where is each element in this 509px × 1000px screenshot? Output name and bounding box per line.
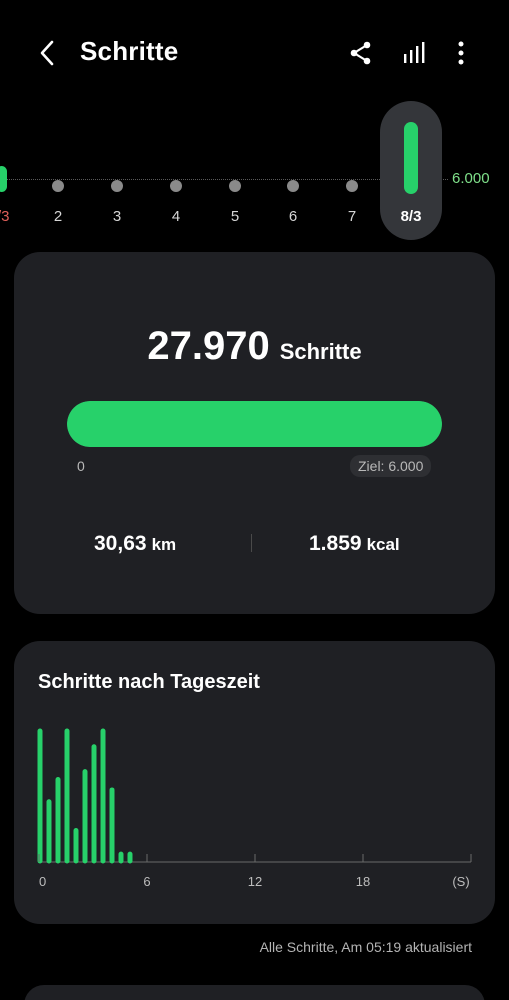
share-button[interactable]: [344, 36, 378, 70]
energy-value: 1.859: [309, 532, 362, 555]
steps-unit: Schritte: [279, 339, 362, 364]
day-dot[interactable]: [111, 180, 123, 192]
share-icon: [350, 41, 371, 65]
x-tick-label: 12: [248, 874, 262, 889]
energy-stat: 1.859 kcal: [309, 532, 400, 556]
arrow-left-icon: [40, 40, 54, 66]
day-dot[interactable]: [52, 180, 64, 192]
distance-unit: km: [151, 535, 177, 554]
next-card[interactable]: [24, 985, 485, 1000]
stat-divider: [251, 534, 252, 552]
more-vertical-icon: [458, 41, 464, 65]
page-title: Schritte: [80, 36, 179, 66]
day-label: 6: [288, 208, 298, 225]
x-tick-label: 18: [356, 874, 370, 889]
day-label: 4: [171, 208, 181, 225]
goal-line-label: 6.000: [452, 170, 490, 187]
app-header: Schritte: [0, 0, 509, 105]
update-note: Alle Schritte, Am 05:19 aktualisiert: [259, 939, 472, 955]
steps-summary-card[interactable]: 27.970 Schritte 0 Ziel: 6.000 30,63 km 1.8…: [14, 252, 495, 614]
day-label: 2: [53, 208, 63, 225]
day-dot[interactable]: [170, 180, 182, 192]
energy-unit: kcal: [366, 535, 400, 554]
day-label: 5: [230, 208, 240, 225]
day-dot[interactable]: [287, 180, 299, 192]
x-tick-label: 0: [39, 874, 46, 889]
day-selector: 6.000 /3 2 3 4 5 6 7 8/3: [0, 100, 509, 245]
x-tick-label: (S): [452, 874, 469, 889]
selected-day-bar: [404, 122, 418, 194]
steps-by-time-chart: 0 6 12 18 (S): [37, 728, 472, 889]
steps-value: 27.970: [147, 324, 270, 368]
day-dot[interactable]: [229, 180, 241, 192]
previous-day-label: /3: [0, 208, 10, 225]
progress-start-label: 0: [77, 458, 85, 474]
distance-stat: 30,63 km: [94, 532, 176, 556]
day-dot[interactable]: [346, 180, 358, 192]
statistics-button[interactable]: [397, 36, 431, 70]
selected-day-label: 8/3: [400, 208, 422, 225]
bars-group: [37, 728, 133, 864]
x-tick-label: 6: [143, 874, 150, 889]
day-label: 7: [347, 208, 357, 225]
goal-badge: Ziel: 6.000: [350, 455, 432, 477]
steps-by-time-card[interactable]: Schritte nach Tageszeit 0 6 12 18 (S): [14, 641, 495, 924]
day-label: 3: [112, 208, 122, 225]
bar-chart-icon: [404, 42, 425, 63]
more-options-button[interactable]: [444, 36, 478, 70]
back-button[interactable]: [30, 36, 64, 70]
distance-value: 30,63: [94, 532, 147, 555]
goal-progress-bar: [67, 401, 442, 447]
selected-day[interactable]: 8/3: [380, 101, 442, 240]
previous-day-bar[interactable]: [0, 166, 7, 192]
steps-total: 27.970 Schritte: [14, 324, 495, 369]
goal-progress-fill: [67, 401, 442, 447]
